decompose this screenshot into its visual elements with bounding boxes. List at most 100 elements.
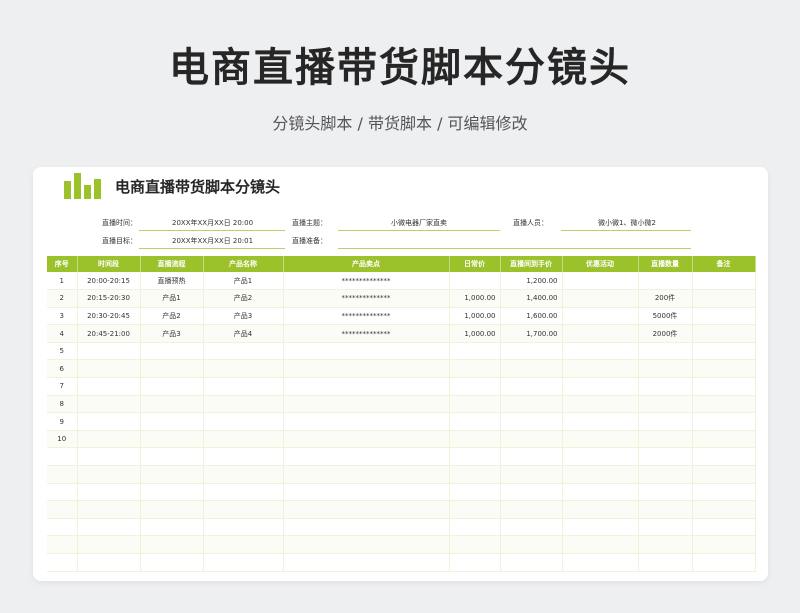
table-cell-col-quantity[interactable] [638, 395, 693, 414]
table-cell-col-live-price[interactable] [500, 535, 563, 554]
table-cell-col-live-price[interactable] [500, 483, 563, 502]
table-cell-col-selling-point[interactable] [283, 518, 450, 537]
table-cell-col-selling-point[interactable] [283, 412, 450, 431]
table-cell-col-live-price[interactable] [500, 377, 563, 396]
table-cell-col-product[interactable] [203, 500, 284, 519]
table-cell-col-live-price[interactable]: 1,200.00 [500, 272, 563, 291]
table-cell-col-regular-price[interactable]: 1,000.00 [449, 289, 501, 308]
table-cell-col-promotion[interactable] [562, 307, 639, 326]
table-cell-col-selling-point[interactable] [283, 447, 450, 467]
table-cell-col-live-price[interactable] [500, 553, 563, 572]
table-cell-col-flow[interactable] [140, 430, 204, 449]
table-cell-col-flow[interactable]: 产品3 [140, 324, 204, 343]
table-cell-col-regular-price[interactable] [449, 465, 501, 484]
table-cell-col-live-price[interactable] [500, 447, 563, 467]
target-value[interactable]: 20XX年XX月XX日 20:01 [172, 235, 253, 247]
table-cell-col-remark[interactable] [692, 395, 756, 414]
table-cell-col-index[interactable]: 8 [47, 395, 78, 414]
table-cell-col-promotion[interactable] [562, 535, 639, 554]
table-cell-col-regular-price[interactable] [449, 535, 501, 554]
table-cell-col-live-price[interactable]: 1,600.00 [500, 307, 563, 326]
table-cell-col-selling-point[interactable] [283, 535, 450, 554]
table-cell-col-promotion[interactable] [562, 359, 639, 379]
staff-value[interactable]: 微小微1、微小微2 [598, 217, 656, 229]
table-cell-col-remark[interactable] [692, 307, 756, 326]
table-cell-col-regular-price[interactable] [449, 359, 501, 379]
table-cell-col-index[interactable]: 5 [47, 342, 78, 361]
table-cell-col-quantity[interactable] [638, 359, 693, 379]
table-cell-col-live-price[interactable]: 1,700.00 [500, 324, 563, 343]
table-cell-col-promotion[interactable] [562, 500, 639, 519]
table-cell-col-remark[interactable] [692, 342, 756, 361]
table-cell-col-index[interactable]: 1 [47, 272, 78, 291]
table-cell-col-product[interactable] [203, 553, 284, 572]
table-cell-col-quantity[interactable] [638, 447, 693, 467]
table-cell-col-selling-point[interactable] [283, 430, 450, 449]
table-cell-col-selling-point[interactable]: ************** [283, 272, 450, 291]
table-cell-col-product[interactable] [203, 483, 284, 502]
table-cell-col-index[interactable] [47, 518, 78, 537]
table-cell-col-product[interactable] [203, 535, 284, 554]
table-cell-col-regular-price[interactable] [449, 395, 501, 414]
table-cell-col-quantity[interactable] [638, 272, 693, 291]
table-cell-col-quantity[interactable] [638, 483, 693, 502]
table-cell-col-promotion[interactable] [562, 324, 639, 343]
table-cell-col-time[interactable]: 20:45-21:00 [77, 324, 141, 343]
table-cell-col-time[interactable] [77, 535, 141, 554]
table-cell-col-product[interactable] [203, 430, 284, 449]
table-cell-col-live-price[interactable] [500, 518, 563, 537]
table-cell-col-regular-price[interactable] [449, 483, 501, 502]
table-cell-col-time[interactable] [77, 412, 141, 431]
table-cell-col-selling-point[interactable] [283, 553, 450, 572]
table-cell-col-index[interactable]: 2 [47, 289, 78, 308]
table-cell-col-flow[interactable] [140, 483, 204, 502]
table-cell-col-remark[interactable] [692, 359, 756, 379]
table-cell-col-promotion[interactable] [562, 447, 639, 467]
table-cell-col-time[interactable] [77, 359, 141, 379]
table-cell-col-flow[interactable] [140, 395, 204, 414]
table-cell-col-remark[interactable] [692, 465, 756, 484]
table-cell-col-flow[interactable]: 产品1 [140, 289, 204, 308]
table-cell-col-live-price[interactable]: 1,400.00 [500, 289, 563, 308]
table-cell-col-flow[interactable] [140, 377, 204, 396]
table-cell-col-quantity[interactable]: 5000件 [638, 307, 693, 326]
table-cell-col-time[interactable] [77, 500, 141, 519]
table-cell-col-regular-price[interactable] [449, 500, 501, 519]
table-cell-col-regular-price[interactable] [449, 412, 501, 431]
table-cell-col-quantity[interactable] [638, 412, 693, 431]
table-cell-col-flow[interactable] [140, 447, 204, 467]
table-cell-col-time[interactable] [77, 447, 141, 467]
table-cell-col-remark[interactable] [692, 377, 756, 396]
table-cell-col-promotion[interactable] [562, 465, 639, 484]
table-cell-col-regular-price[interactable] [449, 553, 501, 572]
table-cell-col-quantity[interactable]: 200件 [638, 289, 693, 308]
table-cell-col-regular-price[interactable] [449, 430, 501, 449]
table-cell-col-quantity[interactable] [638, 500, 693, 519]
table-cell-col-time[interactable] [77, 465, 141, 484]
table-cell-col-product[interactable] [203, 447, 284, 467]
table-cell-col-selling-point[interactable]: ************** [283, 324, 450, 343]
table-cell-col-product[interactable]: 产品4 [203, 324, 284, 343]
table-cell-col-selling-point[interactable]: ************** [283, 307, 450, 326]
table-cell-col-index[interactable] [47, 483, 78, 502]
table-cell-col-index[interactable] [47, 553, 78, 572]
table-cell-col-quantity[interactable] [638, 553, 693, 572]
table-cell-col-promotion[interactable] [562, 342, 639, 361]
table-cell-col-promotion[interactable] [562, 412, 639, 431]
table-cell-col-regular-price[interactable] [449, 377, 501, 396]
table-cell-col-product[interactable] [203, 377, 284, 396]
table-cell-col-index[interactable] [47, 465, 78, 484]
table-cell-col-time[interactable]: 20:30-20:45 [77, 307, 141, 326]
table-cell-col-selling-point[interactable] [283, 359, 450, 379]
table-cell-col-remark[interactable] [692, 500, 756, 519]
table-cell-col-remark[interactable] [692, 412, 756, 431]
table-cell-col-regular-price[interactable]: 1,000.00 [449, 324, 501, 343]
table-cell-col-quantity[interactable] [638, 465, 693, 484]
table-cell-col-remark[interactable] [692, 447, 756, 467]
table-cell-col-flow[interactable] [140, 500, 204, 519]
table-cell-col-time[interactable] [77, 395, 141, 414]
theme-value[interactable]: 小微电器厂家直卖 [391, 217, 447, 229]
table-cell-col-product[interactable] [203, 342, 284, 361]
table-cell-col-index[interactable]: 7 [47, 377, 78, 396]
table-cell-col-quantity[interactable] [638, 535, 693, 554]
